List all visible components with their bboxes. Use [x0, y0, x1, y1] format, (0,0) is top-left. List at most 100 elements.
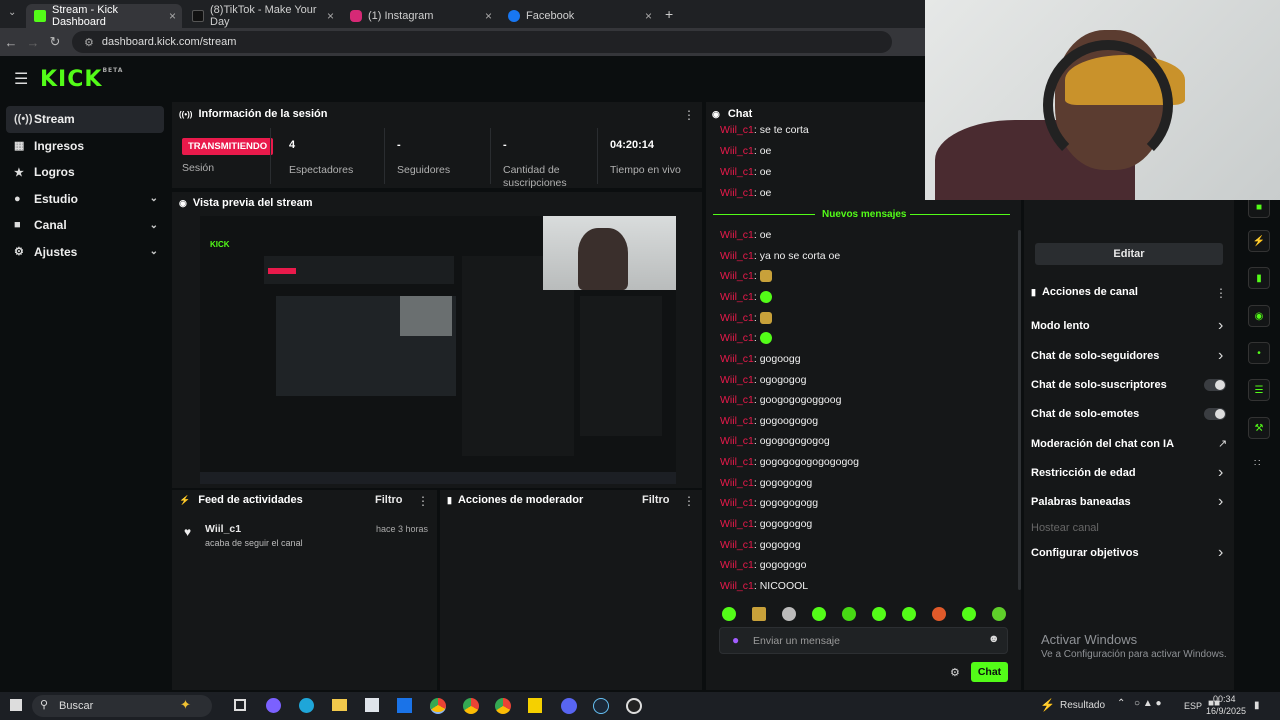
- sidebar-item-stream[interactable]: ((•)) Stream: [6, 106, 164, 133]
- chat-username[interactable]: Wiil_c1: [720, 166, 754, 178]
- more-options-icon[interactable]: ⋮: [683, 108, 695, 122]
- chevron-right-icon[interactable]: ›: [1218, 493, 1223, 511]
- emote-ball-icon[interactable]: [782, 607, 796, 621]
- chat-username[interactable]: Wiil_c1: [720, 580, 754, 592]
- sidebar-item-ingresos[interactable]: ▦ Ingresos: [6, 133, 164, 160]
- close-tab-icon[interactable]: ×: [327, 9, 334, 23]
- emote-face-icon[interactable]: [932, 607, 946, 621]
- chat-username[interactable]: Wiil_c1: [720, 477, 754, 489]
- sidebar-item-estudio[interactable]: ● Estudio ⌄: [6, 186, 164, 213]
- sidebar-item-canal[interactable]: ■ Canal ⌄: [6, 212, 164, 239]
- tab-instagram[interactable]: (1) Instagram ×: [342, 4, 498, 28]
- more-options-icon[interactable]: ⋮: [1215, 286, 1227, 300]
- close-tab-icon[interactable]: ×: [645, 9, 652, 23]
- emote-frog-icon[interactable]: [722, 607, 736, 621]
- chrome-icon[interactable]: [463, 698, 479, 714]
- channel-action-item[interactable]: Moderación del chat con IA: [1031, 438, 1174, 450]
- kick-logo[interactable]: KICKBETA: [40, 67, 123, 92]
- clock-date[interactable]: 16/9/2025: [1206, 706, 1246, 716]
- tray-chevron-up-icon[interactable]: ⌃: [1117, 698, 1125, 709]
- channel-action-item[interactable]: Chat de solo-emotes: [1031, 408, 1139, 420]
- channel-action-item[interactable]: Restricción de edad: [1031, 467, 1136, 479]
- chat-settings-gear-icon[interactable]: ⚙: [950, 666, 960, 679]
- chat-username[interactable]: Wiil_c1: [720, 250, 754, 262]
- forward-arrow-icon[interactable]: →: [22, 35, 44, 50]
- chat-username[interactable]: Wiil_c1: [720, 559, 754, 571]
- document-icon[interactable]: ▮: [1248, 267, 1270, 289]
- back-arrow-icon[interactable]: ←: [0, 35, 22, 50]
- chat-username[interactable]: Wiil_c1: [720, 353, 754, 365]
- store-icon[interactable]: [365, 698, 379, 712]
- menu-hamburger-icon[interactable]: ☰: [14, 69, 28, 89]
- chat-username[interactable]: Wiil_c1: [720, 145, 754, 157]
- emote-frog-icon[interactable]: [962, 607, 976, 621]
- more-options-icon[interactable]: ⋮: [417, 494, 429, 508]
- reload-icon[interactable]: ↻: [44, 34, 66, 50]
- channel-action-item[interactable]: Chat de solo-suscriptores: [1031, 379, 1167, 391]
- chat-username[interactable]: Wiil_c1: [720, 187, 754, 199]
- chat-username[interactable]: Wiil_c1: [720, 394, 754, 406]
- chat-username[interactable]: Wiil_c1: [720, 456, 754, 468]
- lightning-icon[interactable]: ⚡: [1248, 230, 1270, 252]
- close-tab-icon[interactable]: ×: [485, 9, 492, 23]
- notes-icon[interactable]: [528, 698, 542, 713]
- chat-username[interactable]: Wiil_c1: [720, 229, 754, 241]
- chevron-right-icon[interactable]: ›: [1218, 464, 1223, 482]
- edit-button[interactable]: Editar: [1035, 243, 1223, 265]
- external-link-icon[interactable]: ↗: [1218, 437, 1227, 450]
- file-explorer-icon[interactable]: [332, 699, 347, 711]
- copilot-icon[interactable]: [266, 698, 281, 713]
- more-options-icon[interactable]: ⋮: [683, 494, 695, 508]
- chevron-right-icon[interactable]: ›: [1218, 317, 1223, 335]
- chat-username[interactable]: Wiil_c1: [720, 518, 754, 530]
- channel-action-item[interactable]: Configurar objetivos: [1031, 547, 1139, 559]
- discord-icon[interactable]: [561, 698, 577, 714]
- emote-frog-icon[interactable]: [842, 607, 856, 621]
- chat-send-button[interactable]: Chat: [971, 662, 1008, 682]
- chrome-icon[interactable]: [430, 698, 446, 714]
- outlook-icon[interactable]: [397, 698, 412, 713]
- broadcast-icon[interactable]: •: [1248, 342, 1270, 364]
- stream-preview-video[interactable]: KICK: [200, 216, 676, 484]
- chat-username[interactable]: Wiil_c1: [720, 497, 754, 509]
- taskbar-search-box[interactable]: ⚲ Buscar ✦: [32, 695, 212, 717]
- chat-username[interactable]: Wiil_c1: [720, 539, 754, 551]
- emoji-picker-icon[interactable]: ☻: [988, 633, 1000, 645]
- chat-scrollbar[interactable]: [1018, 230, 1021, 590]
- channel-action-item[interactable]: Modo lento: [1031, 320, 1090, 332]
- notification-icon[interactable]: ▮: [1254, 700, 1260, 711]
- chat-username[interactable]: Wiil_c1: [720, 332, 754, 344]
- site-info-icon[interactable]: ⚙: [84, 36, 94, 49]
- chat-username[interactable]: Wiil_c1: [720, 312, 754, 324]
- chrome-icon[interactable]: [495, 698, 511, 714]
- chat-username[interactable]: Wiil_c1: [720, 415, 754, 427]
- dots-grid-icon[interactable]: ∷: [1254, 458, 1260, 469]
- tray-icons[interactable]: ○ ▲ ●: [1134, 698, 1162, 709]
- channel-action-item[interactable]: Palabras baneadas: [1031, 496, 1131, 508]
- edge-icon[interactable]: [299, 698, 314, 713]
- sidebar-item-logros[interactable]: ★ Logros: [6, 159, 164, 186]
- chat-username[interactable]: Wiil_c1: [720, 270, 754, 282]
- chevron-right-icon[interactable]: ›: [1218, 544, 1223, 562]
- channel-action-item[interactable]: Hostear canal: [1031, 522, 1099, 534]
- microphone-icon[interactable]: ●: [732, 633, 739, 647]
- emote-frog-icon[interactable]: [902, 607, 916, 621]
- chat-input-box[interactable]: ● Enviar un mensaje ☻: [719, 627, 1008, 654]
- list-icon[interactable]: ☰: [1248, 379, 1270, 401]
- chat-username[interactable]: Wiil_c1: [720, 124, 754, 136]
- tab-kick[interactable]: Stream - Kick Dashboard ×: [26, 4, 182, 28]
- obs-icon[interactable]: [626, 698, 642, 714]
- tab-tiktok[interactable]: (8)TikTok - Make Your Day ×: [184, 4, 340, 28]
- moderator-filter-button[interactable]: Filtro: [642, 494, 670, 506]
- chat-username[interactable]: Wiil_c1: [720, 291, 754, 303]
- close-tab-icon[interactable]: ×: [169, 9, 176, 23]
- chat-bubble-icon[interactable]: ◉: [1248, 305, 1270, 327]
- emote-box-icon[interactable]: [752, 607, 766, 621]
- task-view-icon[interactable]: [234, 699, 246, 711]
- toggle-switch[interactable]: [1204, 379, 1226, 391]
- chat-username[interactable]: Wiil_c1: [720, 435, 754, 447]
- emote-frog-icon[interactable]: [812, 607, 826, 621]
- wrench-icon[interactable]: ⚒: [1248, 417, 1270, 439]
- url-field[interactable]: ⚙ dashboard.kick.com/stream: [72, 31, 892, 53]
- sidebar-item-ajustes[interactable]: ⚙ Ajustes ⌄: [6, 239, 164, 266]
